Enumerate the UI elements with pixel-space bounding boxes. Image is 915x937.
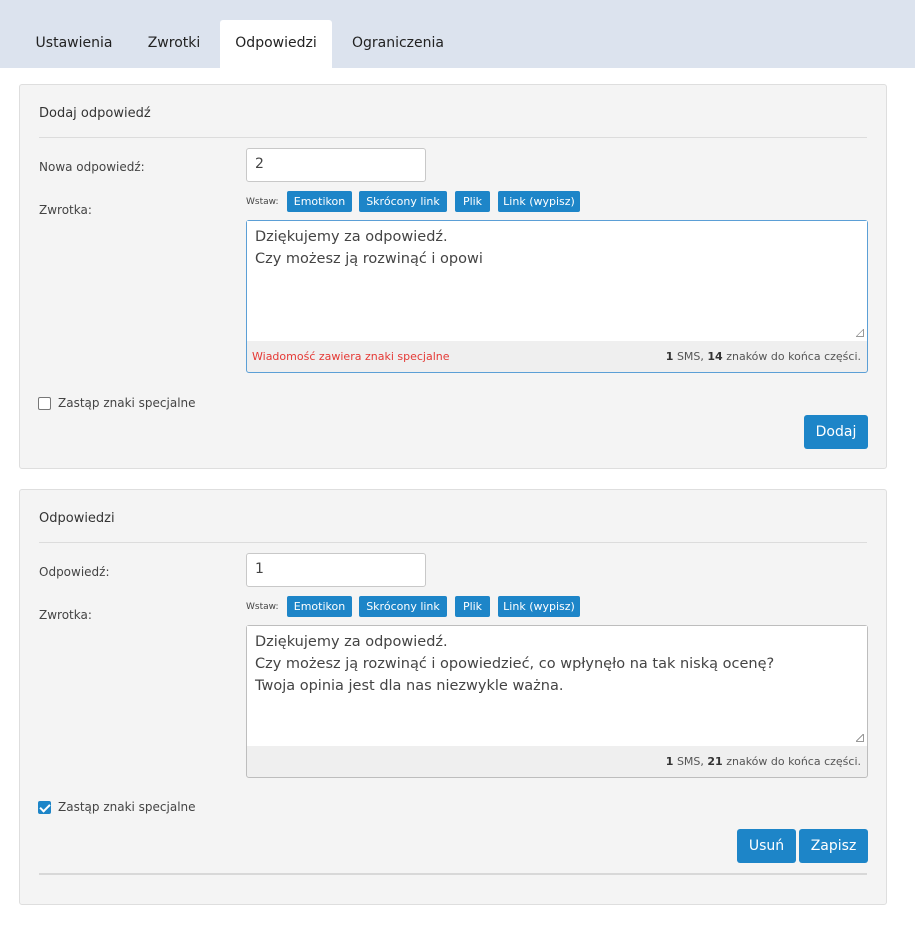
reply-label: Zwrotka:: [39, 203, 92, 217]
tab-odpowiedzi[interactable]: Odpowiedzi: [220, 20, 332, 68]
add-button[interactable]: Dodaj: [804, 415, 868, 449]
resize-handle[interactable]: [856, 329, 864, 337]
answer-label: Odpowiedź:: [39, 565, 110, 579]
insert-short-link-button[interactable]: Skrócony link: [359, 596, 447, 617]
replace-special-chars-label: Zastąp znaki specjalne: [58, 800, 196, 814]
sms-text: SMS,: [673, 755, 708, 768]
divider: [39, 542, 867, 543]
resize-handle[interactable]: [856, 734, 864, 742]
tab-ustawienia[interactable]: Ustawienia: [20, 20, 128, 68]
replace-special-chars-checkbox[interactable]: [38, 801, 51, 814]
special-chars-warning: Wiadomość zawiera znaki specjalne: [252, 350, 450, 363]
answers-panel: Odpowiedzi Odpowiedź: 1 Zwrotka: Wstaw: …: [19, 489, 887, 905]
save-button[interactable]: Zapisz: [799, 829, 868, 863]
reply-textarea[interactable]: Dziękujemy za odpowiedź. Czy możesz ją r…: [247, 626, 867, 746]
chars-count: 21: [707, 755, 723, 768]
delete-button[interactable]: Usuń: [737, 829, 796, 863]
panel-title: Odpowiedzi: [39, 511, 115, 526]
insert-short-link-button[interactable]: Skrócony link: [359, 191, 447, 212]
tab-bar: Ustawienia Zwrotki Odpowiedzi Ograniczen…: [0, 0, 915, 68]
answer-input[interactable]: 1: [246, 553, 426, 587]
insert-file-button[interactable]: Plik: [455, 596, 490, 617]
chars-count: 14: [707, 350, 723, 363]
divider: [39, 137, 867, 138]
sms-text: SMS,: [673, 350, 708, 363]
tab-ograniczenia[interactable]: Ograniczenia: [338, 20, 458, 68]
sms-counter: 1 SMS, 14 znaków do końca części.: [666, 350, 861, 363]
insert-file-button[interactable]: Plik: [455, 191, 490, 212]
sms-counter: 1 SMS, 21 znaków do końca części.: [666, 755, 861, 768]
replace-special-chars-label: Zastąp znaki specjalne: [58, 396, 196, 410]
tab-zwrotki[interactable]: Zwrotki: [134, 20, 214, 68]
insert-label: Wstaw:: [246, 197, 279, 207]
insert-emoticon-button[interactable]: Emotikon: [287, 191, 352, 212]
reply-editor: Dziękujemy za odpowiedź. Czy możesz ją r…: [246, 625, 868, 778]
insert-label: Wstaw:: [246, 602, 279, 612]
chars-text: znaków do końca części.: [722, 755, 861, 768]
new-answer-input[interactable]: 2: [246, 148, 426, 182]
insert-link-button[interactable]: Link (wypisz): [498, 596, 580, 617]
reply-textarea[interactable]: Dziękujemy za odpowiedź. Czy możesz ją r…: [247, 221, 867, 341]
chars-text: znaków do końca części.: [722, 350, 861, 363]
reply-editor: Dziękujemy za odpowiedź. Czy możesz ją r…: [246, 220, 868, 373]
insert-emoticon-button[interactable]: Emotikon: [287, 596, 352, 617]
panel-title: Dodaj odpowiedź: [39, 106, 151, 121]
replace-special-chars-checkbox[interactable]: [38, 397, 51, 410]
divider: [39, 873, 867, 875]
insert-link-button[interactable]: Link (wypisz): [498, 191, 580, 212]
add-answer-panel: Dodaj odpowiedź Nowa odpowiedź: 2 Zwrotk…: [19, 84, 887, 469]
reply-label: Zwrotka:: [39, 608, 92, 622]
new-answer-label: Nowa odpowiedź:: [39, 160, 145, 174]
